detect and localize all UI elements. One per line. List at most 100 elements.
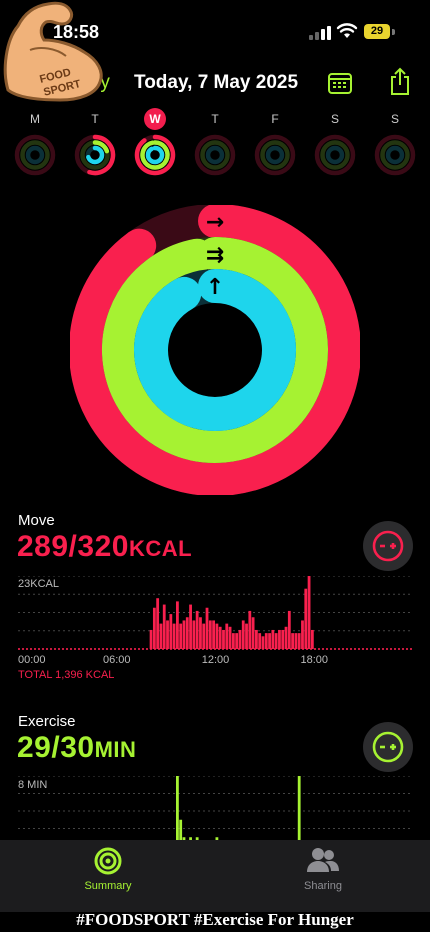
- bar: [166, 620, 169, 649]
- bar: [179, 819, 183, 840]
- bar: [176, 776, 179, 840]
- move-chart: 00:00 06:00 12:00 18:00: [18, 576, 413, 666]
- bar: [297, 776, 301, 840]
- move-label: Move: [18, 512, 55, 529]
- bar: [152, 607, 156, 649]
- bar: [231, 633, 235, 649]
- exercise-arrow-icon: ⇉: [206, 243, 224, 268]
- bar: [218, 626, 222, 649]
- move-unit: KCAL: [128, 536, 193, 561]
- day-label: F: [271, 112, 279, 126]
- day-stand-ring-track: [265, 145, 285, 165]
- day-label: T: [91, 112, 99, 126]
- tab-summary[interactable]: Summary: [68, 846, 148, 892]
- x-tick-label: 06:00: [103, 654, 131, 666]
- day-label: W: [144, 108, 166, 130]
- bar: [235, 633, 239, 649]
- day-4[interactable]: F: [252, 108, 298, 177]
- day-rings: [74, 134, 116, 176]
- activity-rings[interactable]: → ⇉ ↑: [70, 205, 360, 495]
- bar: [176, 601, 179, 649]
- day-stand-ring-track: [385, 145, 405, 165]
- tab-sharing[interactable]: Sharing: [283, 846, 363, 892]
- bar: [162, 604, 166, 649]
- day-rings: [374, 134, 416, 176]
- battery-icon: 29: [364, 24, 395, 40]
- bar: [228, 626, 232, 649]
- week-strip: MTWTFSS: [0, 108, 430, 188]
- bar: [212, 620, 216, 649]
- day-label: T: [211, 112, 219, 126]
- bar: [248, 610, 252, 649]
- bar: [258, 633, 262, 649]
- bar: [199, 617, 202, 649]
- bar: [264, 633, 268, 649]
- day-rings: [194, 134, 236, 176]
- bar: [251, 617, 255, 649]
- bar: [268, 633, 271, 649]
- bar: [301, 620, 304, 649]
- bar: [304, 588, 308, 649]
- day-5[interactable]: S: [312, 108, 358, 177]
- bar: [205, 607, 209, 649]
- bar: [202, 623, 206, 649]
- stand-arrow-icon: ↑: [206, 275, 224, 300]
- calendar-icon[interactable]: [327, 70, 353, 96]
- tab-sharing-label: Sharing: [304, 880, 342, 892]
- move-value-number: 289/320: [17, 530, 129, 563]
- bar: [255, 629, 258, 649]
- x-tick-label: 00:00: [18, 654, 46, 666]
- caption: #FOODSPORT #Exercise For Hunger: [76, 910, 354, 929]
- bar: [192, 620, 196, 649]
- share-icon[interactable]: [389, 67, 411, 97]
- tab-bar: Summary Sharing: [0, 840, 430, 912]
- bar: [208, 620, 212, 649]
- day-label: S: [330, 112, 339, 126]
- bar: [182, 620, 186, 649]
- adjust-goal-icon: [372, 731, 404, 763]
- day-2[interactable]: W: [132, 108, 178, 177]
- bar: [238, 629, 242, 649]
- day-rings: [134, 134, 176, 176]
- day-stand-ring-track: [325, 145, 345, 165]
- bar: [222, 629, 225, 649]
- day-stand-ring-track: [25, 145, 45, 165]
- bar: [169, 614, 173, 649]
- bar: [185, 617, 189, 649]
- bar: [149, 629, 153, 649]
- move-total: TOTAL 1,396 KCAL: [18, 669, 115, 681]
- day-6[interactable]: S: [372, 108, 418, 177]
- bar: [284, 626, 288, 649]
- change-move-goal-button[interactable]: [363, 521, 413, 571]
- bar: [281, 629, 285, 649]
- bar: [225, 623, 229, 649]
- exercise-value: 29/30MIN: [17, 731, 136, 765]
- day-3[interactable]: T: [192, 108, 238, 177]
- day-1[interactable]: T: [72, 108, 118, 177]
- move-value: 289/320KCAL: [17, 530, 192, 564]
- bar: [245, 623, 248, 649]
- exercise-unit: MIN: [94, 737, 137, 762]
- bar: [189, 604, 192, 649]
- move-arrow-icon: →: [206, 210, 224, 235]
- activity-rings-icon: [94, 847, 122, 875]
- x-tick-label: 18:00: [300, 654, 328, 666]
- exercise-value-number: 29/30: [17, 731, 95, 764]
- day-rings: [254, 134, 296, 176]
- day-stand-ring: [145, 145, 165, 165]
- change-exercise-goal-button[interactable]: [363, 722, 413, 772]
- bar: [274, 633, 278, 649]
- day-rings: [314, 134, 356, 176]
- big-stand-ring: [134, 269, 296, 431]
- page-title: Today, 7 May 2025: [134, 72, 299, 93]
- bar: [172, 623, 176, 649]
- exercise-chart: [18, 776, 413, 840]
- day-rings: [14, 134, 56, 176]
- bar: [215, 623, 219, 649]
- day-0[interactable]: M: [12, 108, 58, 177]
- wifi-icon: [336, 23, 358, 38]
- tab-summary-label: Summary: [84, 880, 132, 892]
- exercise-label: Exercise: [18, 713, 76, 730]
- bar: [241, 620, 245, 649]
- day-label: M: [30, 112, 40, 126]
